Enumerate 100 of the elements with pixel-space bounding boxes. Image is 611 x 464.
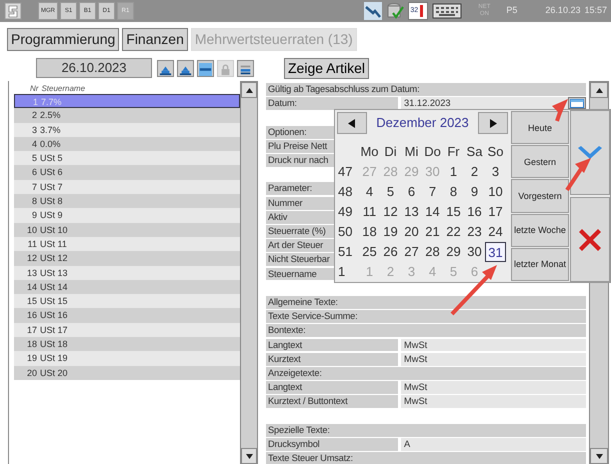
day-cell[interactable]: 28 [422,242,443,262]
column-header: Steuername [41,83,86,94]
row-number: 7 [30,180,37,194]
section-label: Texte Steuer Umsatz: [266,452,586,464]
check-icon [577,144,603,160]
tax-name: USt 12 [40,252,68,266]
day-cell[interactable]: 22 [443,222,464,242]
day-cell[interactable]: 31 [485,242,506,262]
day-cell[interactable]: 20 [401,222,422,242]
cancel-button[interactable] [570,197,610,282]
list-row[interactable]: 10 USt 10 [14,222,240,237]
scrollbar[interactable] [240,81,258,464]
value-field[interactable]: MwSt [401,352,586,366]
confirm-button[interactable] [570,110,610,195]
field-label: Kurztext [266,352,398,366]
tool-button[interactable] [197,60,214,76]
field-value: MwSt [404,395,428,408]
list-row[interactable]: 7 USt 7 [14,180,240,194]
row-number: 12 [26,252,37,266]
tab[interactable]: Programmierung [7,28,120,51]
tax-name: USt 20 [40,366,68,380]
tax-name: USt 8 [40,195,63,208]
row-number: 4 [30,138,37,151]
scroll-up-button[interactable] [590,82,608,98]
tax-name: USt 19 [40,352,68,366]
show-articles-button[interactable]: Zeige Artikel [284,58,370,78]
list-row[interactable]: 18 USt 18 [14,337,240,352]
tool-button[interactable] [157,60,174,76]
tab[interactable]: Finanzen [122,28,188,51]
network-icon[interactable] [364,2,382,20]
date-field[interactable]: 26.10.2023 [36,58,152,78]
week-number: 50 [337,223,354,241]
shortcut-button[interactable]: Gestern [511,145,569,178]
list-row[interactable]: 20 USt 20 [14,366,240,380]
row-number: 20 [26,366,37,380]
day-cell[interactable]: 23 [464,222,485,242]
next-month-button[interactable] [478,112,508,134]
printer-label: P5 [506,4,518,18]
list-row[interactable]: 2 2.5% [14,108,240,123]
arrow-annotation [565,158,591,192]
app-logo-icon[interactable] [4,2,22,20]
field-label: Kurztext / Buttontext [266,395,398,408]
list-row[interactable]: 14 USt 14 [14,280,240,294]
column-header: Nr [30,83,38,94]
day-cell[interactable]: 14 [422,202,443,222]
day-cell[interactable]: 27 [401,242,422,262]
value-field[interactable]: MwSt [401,381,586,394]
row-number: 10 [26,224,37,237]
list-row[interactable]: 8 USt 8 [14,194,240,208]
shortcut-button[interactable]: letzter Monat [511,248,569,282]
list-row[interactable]: 19 USt 19 [14,351,240,366]
tax-name: 3.7% [40,124,61,137]
shortcut-button[interactable]: Vorgestern [511,179,569,213]
list-row[interactable]: 12 USt 12 [14,251,240,266]
value-field[interactable]: A [401,438,586,451]
tool-button[interactable] [237,60,254,76]
day-cell[interactable]: 15 [443,202,464,222]
calendar-button[interactable] [568,97,586,110]
scroll-down-button[interactable] [590,448,608,464]
list-row[interactable]: 6 USt 6 [14,165,240,180]
list-row[interactable]: 16 USt 16 [14,308,240,323]
keyboard-icon[interactable] [432,3,462,19]
list-row[interactable]: 3 3.7% [14,122,240,137]
day-cell[interactable]: 24 [485,222,506,242]
day-cell[interactable]: 21 [422,222,443,242]
field-value: MwSt [404,352,428,366]
shortcut-button[interactable]: letzte Woche [511,214,569,247]
dash-icon [199,62,212,76]
close-icon [578,228,602,252]
day-cell[interactable]: 16 [464,202,485,222]
tax-name: USt 10 [40,224,68,237]
list-row[interactable]: 15 USt 15 [14,294,240,308]
value-field[interactable]: MwSt [401,338,586,352]
day-cell[interactable]: 13 [401,202,422,222]
list-row[interactable]: 17 USt 17 [14,322,240,338]
arrow-annotation [552,99,568,122]
left-arrow-icon [348,118,356,128]
list-row[interactable]: 11 USt 11 [14,236,240,252]
up-arrow-icon [596,88,602,92]
field-value: MwSt [404,338,428,352]
previous-month-button[interactable] [337,112,367,134]
field-value: MwSt [404,381,428,394]
row-number: 3 [30,124,37,137]
list-row[interactable]: 9 USt 9 [14,208,240,223]
section-label: Texte Service-Summe: [266,310,586,324]
scroll-down-button[interactable] [241,448,257,464]
value-field[interactable]: MwSt [401,395,586,408]
database-check-icon[interactable] [386,2,404,20]
list-row[interactable]: 5 USt 5 [14,151,240,166]
tax-name: USt 7 [40,180,63,194]
list-row[interactable]: 4 0.0% [14,136,240,152]
tool-button[interactable] [177,60,194,76]
day-cell[interactable]: 29 [443,242,464,262]
tax-name: 7.7% [41,96,62,108]
scroll-up-button[interactable] [241,82,257,98]
shortcut-button[interactable]: Heute [511,111,569,144]
day-cell[interactable]: 30 [464,242,485,262]
tax-name: USt 5 [40,152,63,166]
list-row[interactable]: 13 USt 13 [14,266,240,280]
day-cell[interactable]: 17 [485,202,506,222]
